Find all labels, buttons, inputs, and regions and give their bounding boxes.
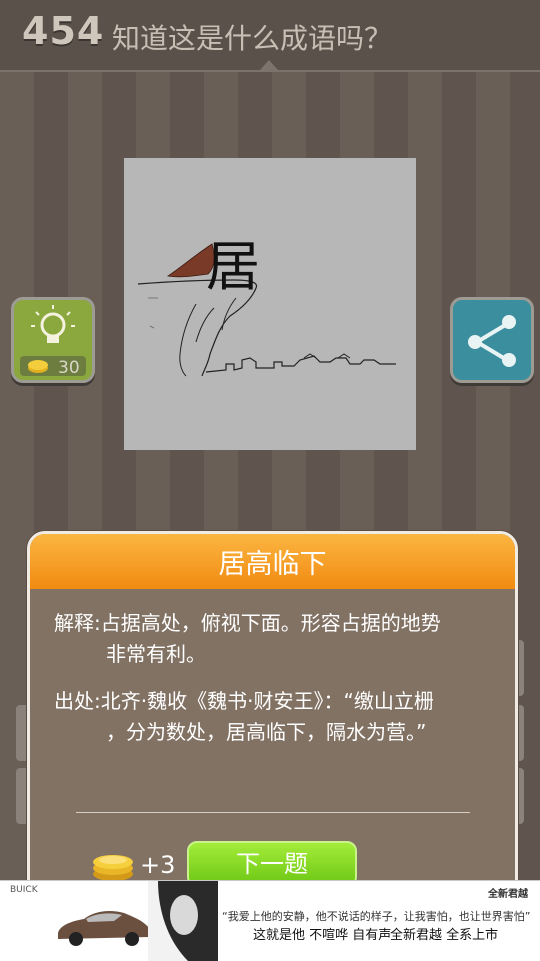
lightbulb-icon (31, 305, 75, 343)
definition-line1: 占据高处，俯视下面。形容占据的地势 (100, 611, 441, 635)
coin-icon (28, 360, 48, 373)
dialog-divider (76, 812, 470, 813)
source-line2: ，分为数处，居高临下，隔水为营。” (106, 720, 427, 744)
car-image (58, 911, 150, 946)
hint-button[interactable]: 30 (11, 297, 95, 383)
dialog-header: 居高临下 (30, 534, 515, 589)
answer-title: 居高临下 (218, 549, 327, 580)
source-row: 出处:北齐·魏收《魏书·财安王》：“缴山立栅 ，分为数处，居高临下，隔水为营。” (54, 686, 494, 748)
share-icon (468, 315, 516, 367)
coins-icon (93, 855, 133, 881)
ad-quote: “我爱上他的安静，他不说话的样子，让我害怕，也让世界害怕” (222, 910, 531, 923)
hint-cost: 30 (58, 358, 80, 378)
puzzle-image: 居 (124, 158, 416, 450)
level-number: 454 (22, 9, 105, 53)
header-notch (260, 60, 278, 70)
model-photo (148, 881, 218, 961)
answer-dialog: 居高临下 解释:占据高处，俯视下面。形容占据的地势 非常有利。 出处:北齐·魏收… (27, 531, 518, 907)
ad-brand: BUICK (10, 885, 38, 895)
next-question-label: 下一题 (236, 850, 308, 878)
ad-logo: 全新君越 (488, 889, 528, 900)
header-bar: 454 知道这是什么成语吗？ (0, 0, 540, 72)
ad-launch-text: 全新君越 全系上市 (390, 928, 499, 943)
source-label: 出处: (54, 689, 101, 713)
ad-slogan: 这就是他 不喧哗 自有声 (253, 928, 392, 943)
source-line1: 北齐·魏收《魏书·财安王》：“缴山立栅 (100, 689, 434, 713)
share-button[interactable] (450, 297, 534, 383)
dialog-body: 解释:占据高处，俯视下面。形容占据的地势 非常有利。 出处:北齐·魏收《魏书·财… (54, 608, 494, 748)
question-text: 知道这是什么成语吗？ (112, 22, 393, 55)
puzzle-character: 居 (206, 235, 260, 298)
definition-label: 解释: (54, 611, 101, 635)
definition-line2: 非常有利。 (106, 642, 206, 666)
ad-banner[interactable]: BUICK 全新君越 “我爱上他的安静，他不说话的样子，让我害怕，也让世界害怕”… (0, 880, 540, 961)
cliff-drawing (137, 243, 396, 377)
reward-amount: +3 (140, 851, 176, 879)
definition-row: 解释:占据高处，俯视下面。形容占据的地势 非常有利。 (54, 608, 494, 670)
